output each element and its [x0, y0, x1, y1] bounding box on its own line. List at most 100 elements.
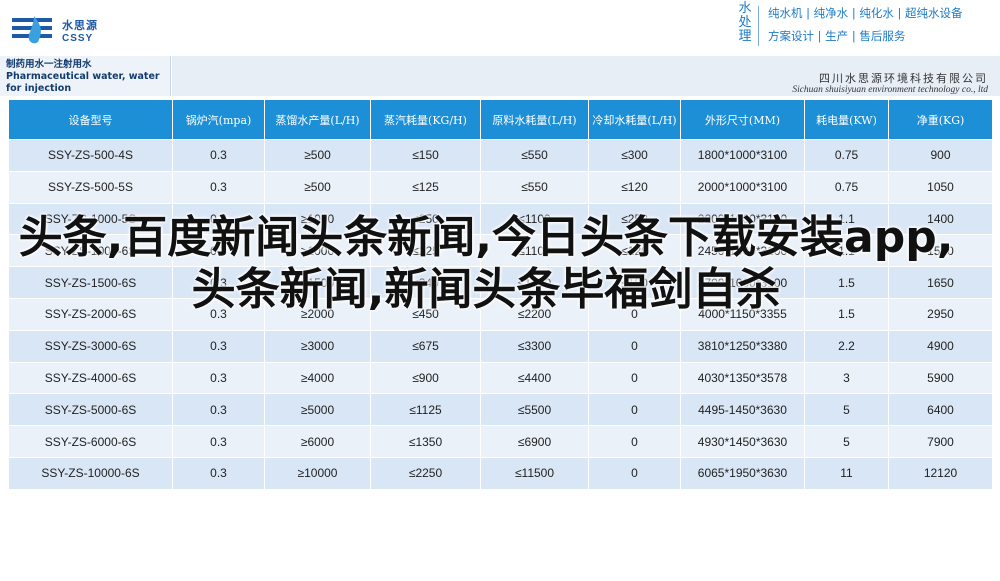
table-cell: 0 [588, 297, 681, 331]
table-cell: 1.1 [804, 202, 889, 236]
table-cell: SSY-ZS-3000-6S [8, 329, 173, 363]
table-cell: SSY-ZS-500-4S [8, 139, 173, 172]
logo-chinese: 水思源 [62, 19, 98, 32]
table-cell: SSY-ZS-10000-6S [8, 456, 173, 490]
table-cell: ≤150 [370, 139, 481, 172]
table-cell: ≤300 [588, 139, 681, 172]
table-cell: 6400 [888, 393, 993, 427]
table-cell: 3 [804, 361, 889, 395]
table-cell: ≤1125 [370, 393, 481, 427]
table-cell: 2200*1000*3100 [680, 202, 805, 236]
table-cell: ≤225 [370, 234, 481, 268]
brand-divider [758, 6, 759, 46]
table-cell: ≤1350 [370, 425, 481, 458]
brand-vertical-text: 水处理 [738, 1, 752, 44]
table-cell: 11 [804, 456, 889, 490]
header-cell: 蒸汽耗量(KG/H) [370, 99, 481, 140]
water-drop-logo-icon [12, 16, 52, 44]
table-cell: ≥500 [264, 139, 371, 172]
table-cell: ≤1650 [480, 266, 589, 299]
table-cell: ≥1000 [264, 202, 371, 236]
table-cell: ≤2250 [370, 456, 481, 490]
header-cell: 耗电量(KW) [804, 99, 889, 140]
header-cell: 净重(KG) [888, 99, 993, 140]
table-cell: SSY-ZS-500-5S [8, 170, 173, 204]
table-cell: 6065*1950*3630 [680, 456, 805, 490]
table-cell: ≤3300 [480, 329, 589, 363]
slogan-line-1: 纯水机 | 纯净水 | 纯化水 | 超纯水设备 [768, 6, 963, 20]
table-cell: 12120 [888, 456, 993, 490]
table-row: SSY-ZS-1000-6S 0.3 ≥1000 ≤225 ≤1100 ≤120 2450*… [8, 234, 993, 268]
table-cell: 5 [804, 393, 889, 427]
table-row: SSY-ZS-4000-6S 0.3 ≥4000 ≤900 ≤4400 0 4030*135… [8, 361, 993, 395]
table-cell: ≥3000 [264, 329, 371, 363]
table-cell: ≥1000 [264, 234, 371, 268]
table-row: SSY-ZS-10000-6S 0.3 ≥10000 ≤2250 ≤11500 0 6065… [8, 456, 993, 490]
product-title: 制药用水一注射用水 Pharmaceutical water, water fo… [0, 56, 171, 96]
table-cell: ≤120 [588, 170, 681, 204]
table-cell: 0.3 [172, 266, 265, 299]
table-cell: 0.3 [172, 393, 265, 427]
company-name-cn: 四川水思源环境科技有限公司 [819, 72, 988, 85]
table-cell: SSY-ZS-1500-6S [8, 266, 173, 299]
table-cell: 1.5 [804, 266, 889, 299]
table-cell: 1050 [888, 170, 993, 204]
table-cell: 0.3 [172, 361, 265, 395]
header-cell: 设备型号 [8, 99, 173, 140]
spec-table: 设备型号 锅炉汽(mpa) 蒸馏水产量(L/H) 蒸汽耗量(KG/H) 原料水耗… [8, 99, 993, 490]
table-cell: 4930*1450*3630 [680, 425, 805, 458]
table-cell: 0.75 [804, 170, 889, 204]
table-cell: 4495-1450*3630 [680, 393, 805, 427]
table-cell: 900 [888, 139, 993, 172]
table-cell: ≤550 [480, 170, 589, 204]
table-cell: 2700*1000*3100 [680, 266, 805, 299]
table-body: SSY-ZS-500-4S 0.3 ≥500 ≤150 ≤550 ≤300 1800*100… [8, 139, 993, 490]
table-cell: ≤1100 [480, 202, 589, 236]
table-cell: 1.5 [804, 297, 889, 331]
table-cell: 1650 [888, 266, 993, 299]
table-row: SSY-ZS-6000-6S 0.3 ≥6000 ≤1350 ≤6900 0 4930*14… [8, 425, 993, 458]
table-cell: SSY-ZS-4000-6S [8, 361, 173, 395]
table-cell: 2000*1000*3100 [680, 170, 805, 204]
table-cell: 0 [588, 456, 681, 490]
company-band: 四川水思源环境科技有限公司 Sichuan shuisiyuan environ… [172, 56, 1000, 96]
table-cell: 5 [804, 425, 889, 458]
table-cell: ≤150 [588, 266, 681, 299]
table-cell: 7900 [888, 425, 993, 458]
table-cell: ≤2200 [480, 297, 589, 331]
company-logo[interactable]: 水思源 CSSY [10, 14, 130, 50]
table-cell: ≤6900 [480, 425, 589, 458]
table-cell: 2.2 [804, 329, 889, 363]
top-header: 水思源 CSSY 水处理 纯水机 | 纯净水 | 纯化水 | 超纯水设备 方案设… [0, 0, 1000, 56]
table-cell: SSY-ZS-2000-6S [8, 297, 173, 331]
table-cell: ≥4000 [264, 361, 371, 395]
table-cell: ≤120 [588, 234, 681, 268]
table-cell: 0 [588, 425, 681, 458]
table-cell: ≥500 [264, 170, 371, 204]
table-cell: ≤250 [370, 202, 481, 236]
table-cell: 1800*1000*3100 [680, 139, 805, 172]
table-cell: ≤125 [370, 170, 481, 204]
table-cell: ≥2000 [264, 297, 371, 331]
table-cell: ≥1500 [264, 266, 371, 299]
logo-english: CSSY [62, 33, 94, 44]
table-cell: ≤450 [370, 297, 481, 331]
table-row: SSY-ZS-500-4S 0.3 ≥500 ≤150 ≤550 ≤300 1800*100… [8, 139, 993, 172]
header-cell: 冷却水耗量(L/H) [588, 99, 681, 140]
table-cell: 4030*1350*3578 [680, 361, 805, 395]
table-cell: 0.3 [172, 425, 265, 458]
table-cell: 1400 [888, 202, 993, 236]
table-row: SSY-ZS-3000-6S 0.3 ≥3000 ≤675 ≤3300 0 3810*125… [8, 329, 993, 363]
table-cell: SSY-ZS-5000-6S [8, 393, 173, 427]
table-cell: ≤900 [370, 361, 481, 395]
table-header-row: 设备型号 锅炉汽(mpa) 蒸馏水产量(L/H) 蒸汽耗量(KG/H) 原料水耗… [8, 99, 993, 140]
table-cell: ≤675 [370, 329, 481, 363]
table-row: SSY-ZS-5000-6S 0.3 ≥5000 ≤1125 ≤5500 0 4495-14… [8, 393, 993, 427]
table-cell: 0 [588, 329, 681, 363]
table-cell: ≤5500 [480, 393, 589, 427]
company-name-en: Sichuan shuisiyuan environment technolog… [792, 85, 988, 95]
header-cell: 外形尺寸(MM) [680, 99, 805, 140]
slogan-line-2: 方案设计 | 生产 | 售后服务 [768, 29, 906, 43]
table-cell: ≥6000 [264, 425, 371, 458]
table-row: SSY-ZS-1500-6S 0.3 ≥1500 ≤340 ≤1650 ≤150 2700*… [8, 266, 993, 299]
